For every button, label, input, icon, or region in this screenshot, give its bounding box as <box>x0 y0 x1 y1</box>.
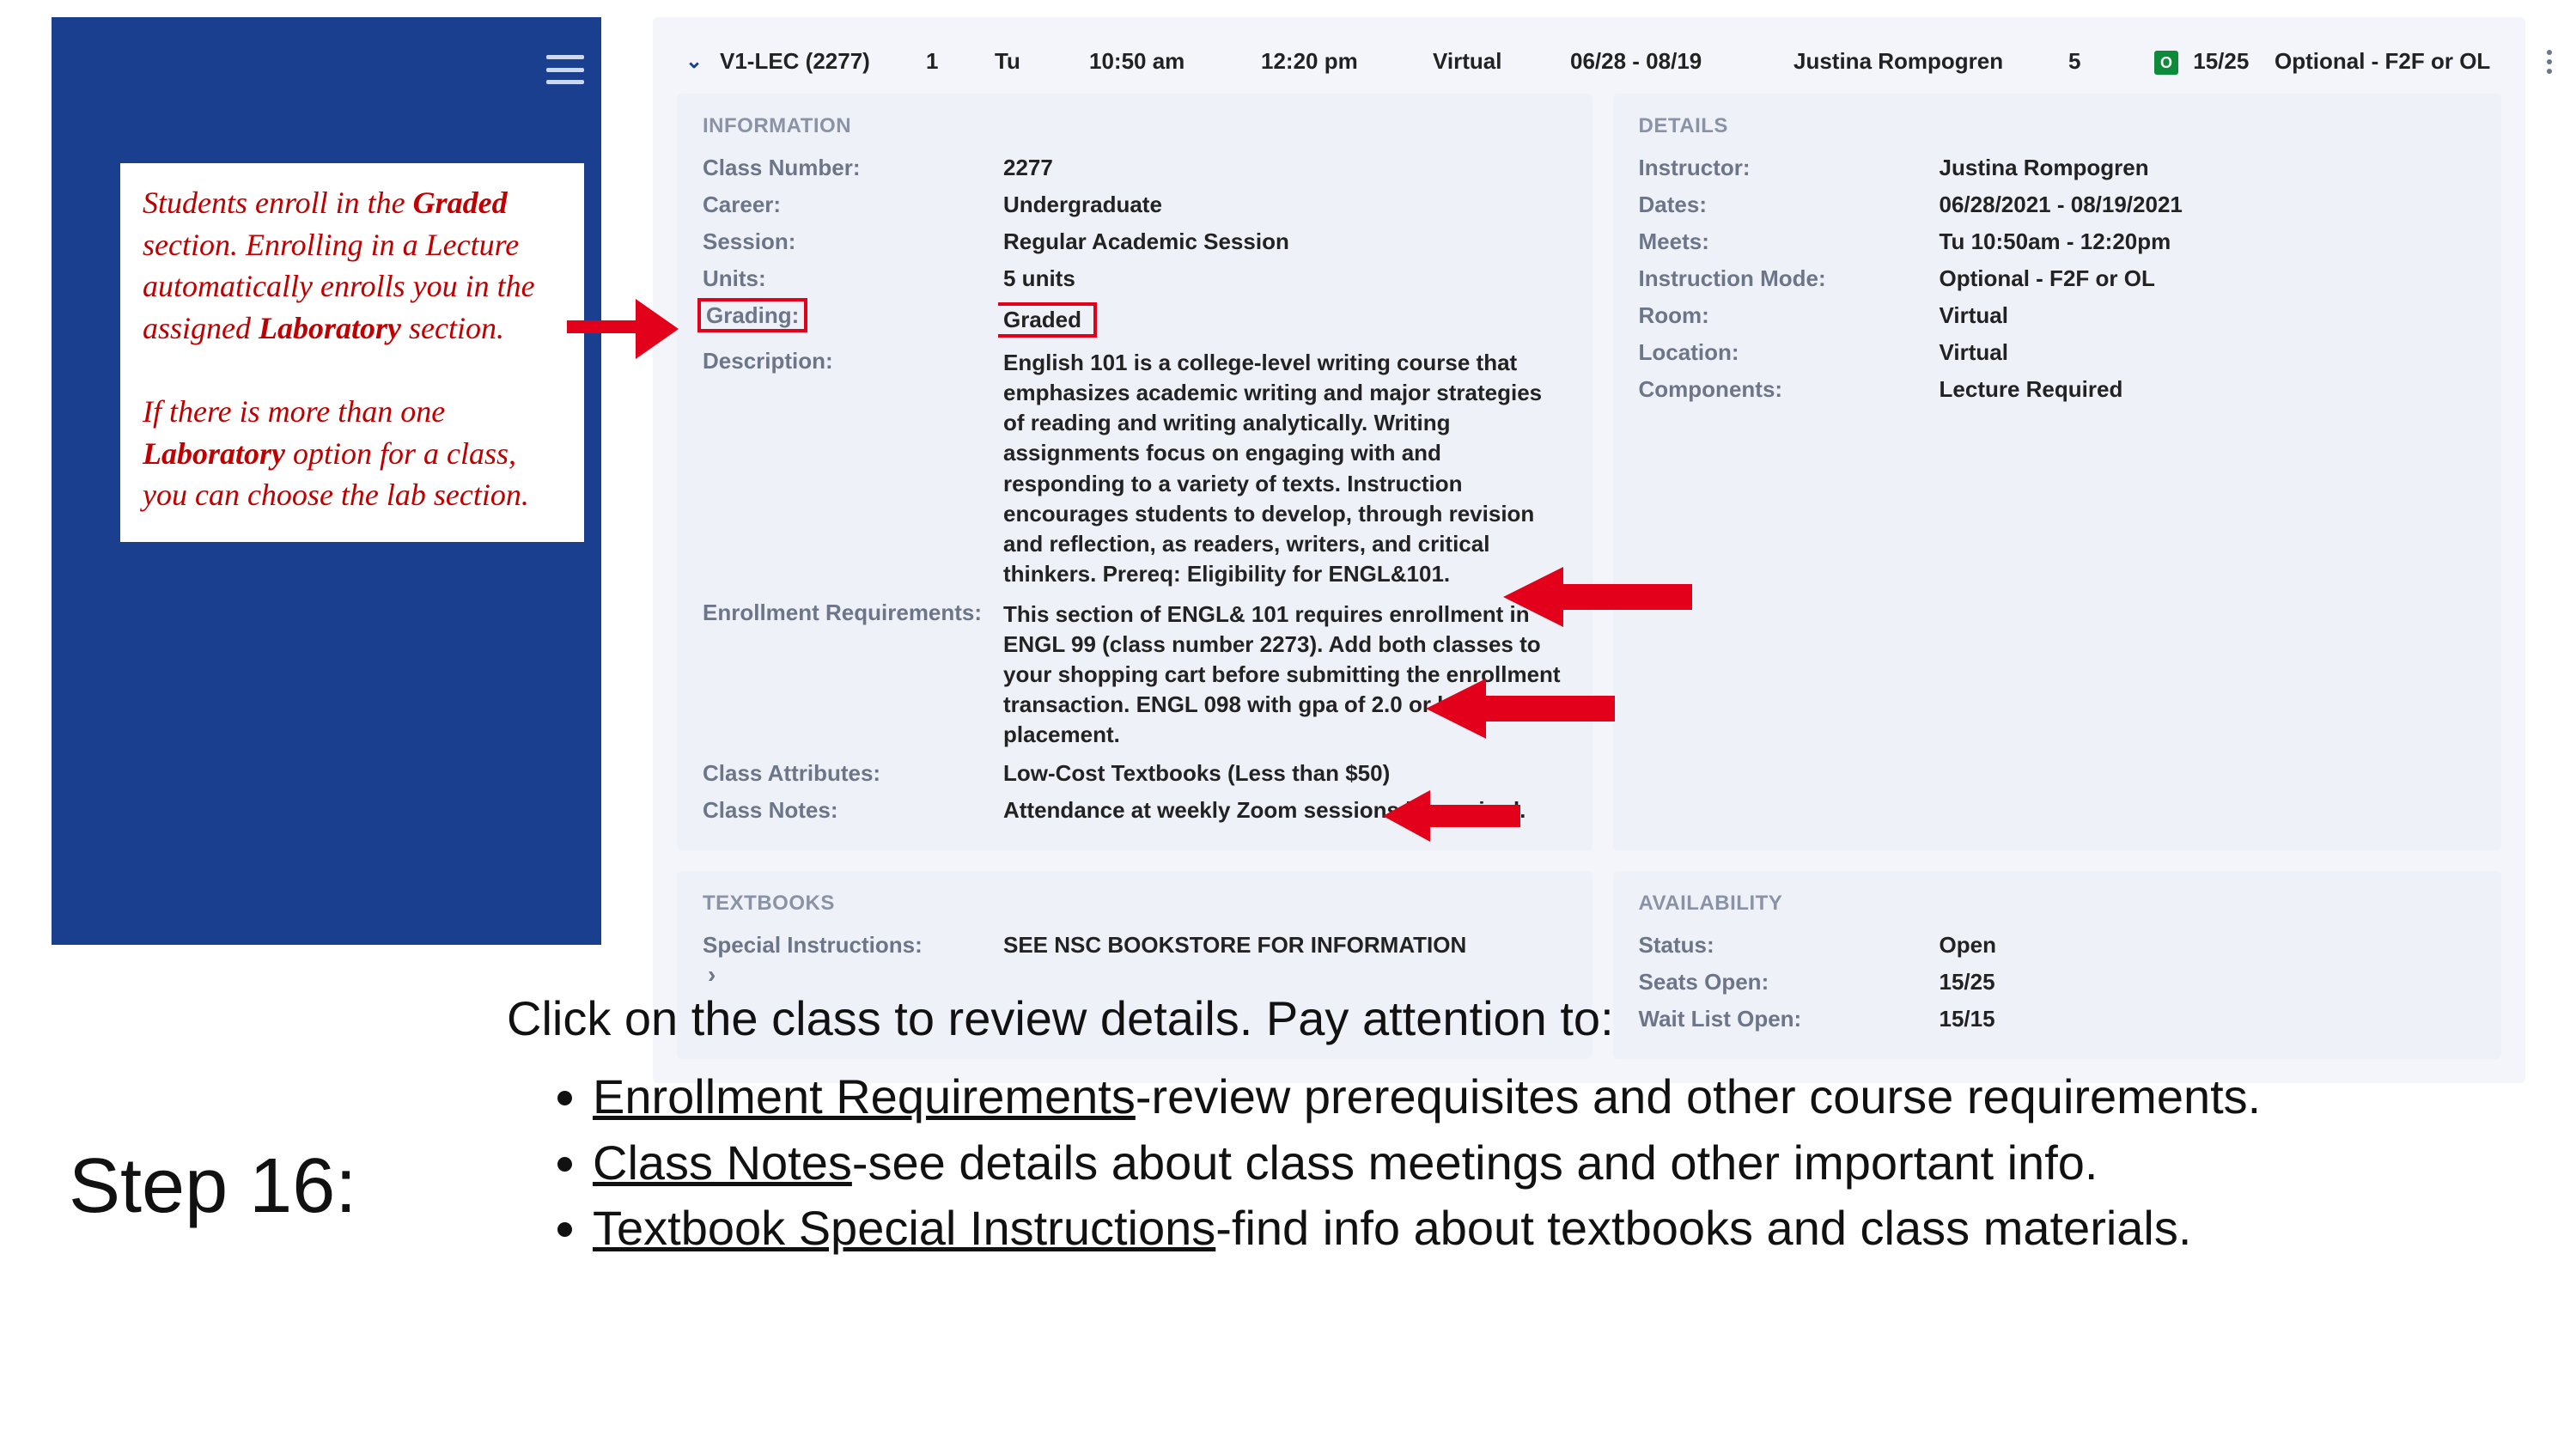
textbooks-heading: TEXTBOOKS <box>703 892 1567 916</box>
class-summary-row[interactable]: ⌄ V1-LEC (2277) 1 Tu 10:50 am 12:20 pm V… <box>677 38 2501 94</box>
units-label: Units: <box>703 263 995 295</box>
callout-box: Students enroll in the Graded section. E… <box>120 163 584 542</box>
chevron-down-icon[interactable]: ⌄ <box>685 49 720 74</box>
instruction-block: Click on the class to review details. Pa… <box>507 988 2482 1263</box>
callout-paragraph-1: Students enroll in the Graded section. E… <box>143 182 562 349</box>
class-details-panel: ⌄ V1-LEC (2277) 1 Tu 10:50 am 12:20 pm V… <box>653 17 2525 1083</box>
location-value: Virtual <box>1940 337 2476 368</box>
room-value: Virtual <box>1940 300 2476 332</box>
information-card: INFORMATION Class Number: 2277 Career: U… <box>677 94 1592 850</box>
availability-heading: AVAILABILITY <box>1639 892 2476 916</box>
dates-value: 06/28/2021 - 08/19/2021 <box>1940 189 2476 221</box>
status-label: Status: <box>1639 929 1931 961</box>
status-value: Open <box>1940 929 2476 961</box>
end-time: 12:20 pm <box>1261 48 1433 75</box>
meets-value: Tu 10:50am - 12:20pm <box>1940 226 2476 258</box>
grading-value: Graded <box>1003 300 1567 340</box>
bullet-class-notes: Class Notes-see details about class meet… <box>593 1132 2482 1195</box>
notes-value: Attendance at weekly Zoom sessions is re… <box>1003 795 1567 826</box>
units-value: 5 units <box>1003 263 1567 295</box>
instruction-lead: Click on the class to review details. Pa… <box>507 988 2482 1050</box>
imode-label: Instruction Mode: <box>1639 263 1931 295</box>
hamburger-icon[interactable] <box>546 55 584 84</box>
seats-value: 15/25 <box>2193 48 2249 74</box>
step-label: Step 16: <box>69 1142 356 1231</box>
notes-label: Class Notes: <box>703 795 995 826</box>
section-code: V1-LEC (2277) <box>720 48 926 75</box>
session-label: Session: <box>703 226 995 258</box>
instruction-option: Optional - F2F or OL <box>2275 48 2532 75</box>
meets-label: Meets: <box>1639 226 1931 258</box>
session-value: Regular Academic Session <box>1003 226 1567 258</box>
attributes-value: Low-Cost Textbooks (Less than $50) <box>1003 758 1567 789</box>
description-value: English 101 is a college-level writing c… <box>1003 345 1567 592</box>
attributes-label: Class Attributes: <box>703 758 995 789</box>
special-instructions-value: SEE NSC BOOKSTORE FOR INFORMATION <box>1003 929 1567 961</box>
date-range: 06/28 - 08/19 <box>1570 48 1793 75</box>
dates-label: Dates: <box>1639 189 1931 221</box>
class-number-label: Class Number: <box>703 152 995 184</box>
callout-paragraph-2: If there is more than one Laboratory opt… <box>143 391 562 516</box>
mode: Virtual <box>1433 48 1570 75</box>
credits: 5 <box>2068 48 2154 75</box>
kebab-menu-icon[interactable] <box>2532 50 2567 74</box>
location-label: Location: <box>1639 337 1931 368</box>
instructor-value: Justina Rompogren <box>1940 152 2476 184</box>
enroll-req-value: This section of ENGL& 101 requires enrol… <box>1003 597 1567 752</box>
bullet-enrollment-requirements: Enrollment Requirements-review prerequis… <box>593 1066 2482 1129</box>
class-number-value: 2277 <box>1003 152 1567 184</box>
sidebar-panel: Students enroll in the Graded section. E… <box>52 17 601 945</box>
imode-value: Optional - F2F or OL <box>1940 263 2476 295</box>
chevron-right-icon[interactable]: › <box>703 961 1567 989</box>
room-label: Room: <box>1639 300 1931 332</box>
special-instructions-label: Special Instructions: <box>703 929 995 961</box>
career-label: Career: <box>703 189 995 221</box>
information-heading: INFORMATION <box>703 114 1567 138</box>
components-value: Lecture Required <box>1940 374 2476 405</box>
grading-label: Grading: <box>703 300 995 340</box>
seats-cell: O 15/25 <box>2154 48 2275 75</box>
details-heading: DETAILS <box>1639 114 2476 138</box>
start-time: 10:50 am <box>1089 48 1261 75</box>
section-number: 1 <box>926 48 995 75</box>
details-card: DETAILS Instructor: Justina Rompogren Da… <box>1613 94 2501 850</box>
instructor-label: Instructor: <box>1639 152 1931 184</box>
components-label: Components: <box>1639 374 1931 405</box>
open-badge-icon: O <box>2154 51 2178 75</box>
instructor-name: Justina Rompogren <box>1793 48 2068 75</box>
enroll-req-label: Enrollment Requirements: <box>703 597 995 752</box>
career-value: Undergraduate <box>1003 189 1567 221</box>
description-label: Description: <box>703 345 995 592</box>
meeting-day: Tu <box>995 48 1089 75</box>
bullet-textbook-instructions: Textbook Special Instructions-find info … <box>593 1197 2482 1260</box>
